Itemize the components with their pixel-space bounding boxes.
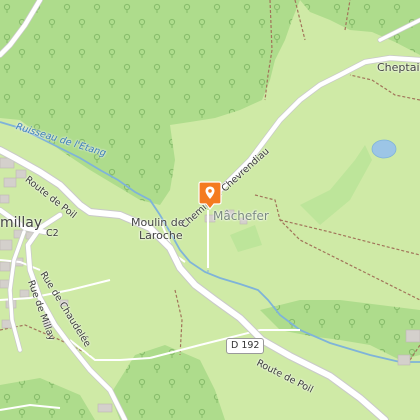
place-label-machefer: Mâchefer bbox=[213, 209, 269, 223]
pond bbox=[371, 139, 397, 159]
place-label-moulin-line2: Laroche bbox=[139, 229, 183, 242]
map-pin-icon[interactable] bbox=[197, 180, 223, 210]
place-label-millay: millay bbox=[0, 215, 43, 231]
place-label-moulin-line1: Moulin de bbox=[131, 216, 185, 229]
map-canvas[interactable]: millay Moulin de Laroche Mâchefer Chepta… bbox=[0, 0, 420, 420]
route-shield-d192: D 192 bbox=[226, 338, 265, 354]
road-label-c2: C2 bbox=[46, 228, 59, 239]
place-label-cheptain: Cheptain bbox=[377, 61, 420, 74]
